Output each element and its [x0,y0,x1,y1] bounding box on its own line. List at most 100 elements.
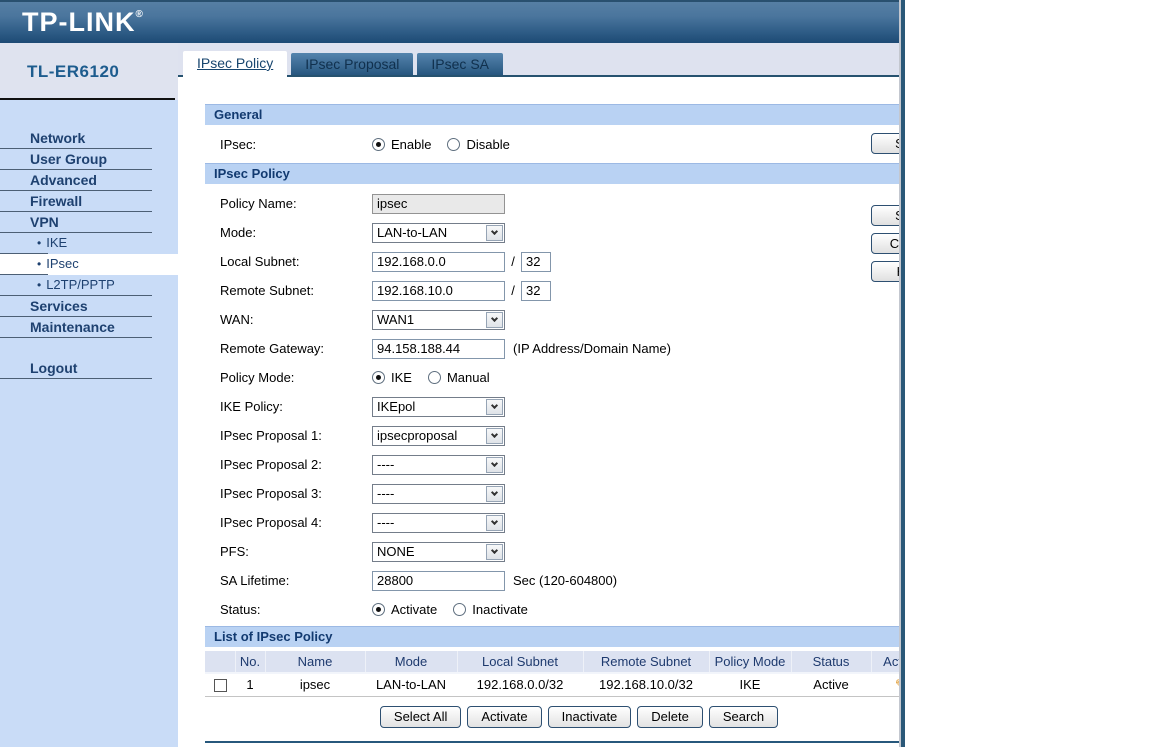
subnet-separator: / [511,283,515,298]
tab-ipsec-policy[interactable]: IPsec Policy [183,51,288,77]
row-policy-name: Policy Name: [220,189,901,218]
row-checkbox[interactable] [213,679,227,693]
ike-policy-select[interactable]: IKEpol [372,396,505,417]
window-edge-navy [901,0,905,747]
sidebar-item-label: Advanced [30,172,97,188]
dropdown-arrow-icon[interactable] [486,514,503,531]
inactivate-button[interactable]: Inactivate [547,705,632,728]
wan-label: WAN: [220,312,254,327]
remote-subnet-input[interactable] [372,280,505,301]
proposal-2-select[interactable]: ---- [372,454,505,475]
manual-radio[interactable] [427,371,441,384]
select-all-button[interactable]: Select All [379,705,462,728]
sidebar-item-advanced[interactable]: Advanced [0,170,178,191]
row-proposal-2: IPsec Proposal 2: ---- [220,450,901,479]
policy-save-button[interactable]: Save [871,205,901,226]
selected-value: WAN1 [377,312,415,327]
row-policy-mode: Policy Mode: IKE Manual [220,363,901,392]
policy-help-button[interactable]: Help [871,261,901,282]
bullet-icon: • [37,257,42,271]
proposal-4-select[interactable]: ---- [372,512,505,533]
col-status: Status [790,651,871,674]
dropdown-arrow-icon[interactable] [486,543,503,560]
dropdown-arrow-icon[interactable] [486,224,503,241]
proposal-1-select[interactable]: ipsecproposal [372,425,505,446]
tab-ipsec-proposal[interactable]: IPsec Proposal [291,53,414,75]
row-proposal-1: IPsec Proposal 1: ipsecproposal [220,421,901,450]
delete-button[interactable]: Delete [637,705,703,728]
pfs-label: PFS: [220,544,249,559]
sidebar-item-label: IKE [46,235,68,250]
proposal-2-label: IPsec Proposal 2: [220,457,322,472]
sidebar-item-label: Maintenance [30,319,115,335]
remote-gateway-input[interactable] [372,338,505,359]
sa-lifetime-label: SA Lifetime: [220,573,290,588]
sidebar-item-network[interactable]: Network [0,128,178,149]
sidebar-item-logout[interactable]: Logout [0,358,178,379]
dropdown-arrow-icon[interactable] [486,456,503,473]
remote-mask-input[interactable] [521,280,551,301]
brand-text: TP-LINK [22,7,136,37]
policy-table: No. Name Mode Local Subnet Remote Subnet… [205,651,901,697]
sidebar-item-label: VPN [30,214,59,230]
disable-label: Disable [466,136,510,152]
dropdown-arrow-icon[interactable] [486,485,503,502]
tab-ipsec-sa[interactable]: IPsec SA [417,53,504,75]
sidebar-item-maintenance[interactable]: Maintenance [0,317,178,338]
table-header-row: No. Name Mode Local Subnet Remote Subnet… [205,651,901,674]
row-proposal-4: IPsec Proposal 4: ---- [220,508,901,537]
subnet-separator: / [511,254,515,269]
search-button[interactable]: Search [708,705,779,728]
selected-value: IKEpol [377,399,416,414]
sidebar-item-label: Network [30,130,86,146]
selected-value: NONE [377,544,415,559]
sidebar-item-services[interactable]: Services [0,296,178,317]
local-subnet-label: Local Subnet: [220,254,300,269]
sidebar-item-user-group[interactable]: User Group [0,149,178,170]
dropdown-arrow-icon[interactable] [486,398,503,415]
sidebar-item-label: Services [30,298,88,314]
col-local-subnet: Local Subnet [456,651,583,674]
router-admin-page: TP-LINK® TL-ER6120 Network User Group Ad… [0,0,1152,747]
general-save-button[interactable]: Save [871,133,901,154]
mode-select[interactable]: LAN-to-LAN [372,222,505,243]
row-ike-policy: IKE Policy: IKEpol [220,392,901,421]
proposal-3-select[interactable]: ---- [372,483,505,504]
sidebar-item-vpn[interactable]: VPN [0,212,178,233]
cell-policy-mode: IKE [709,673,791,697]
pfs-select[interactable]: NONE [372,541,505,562]
tплink-logo: TP-LINK® [22,7,144,38]
activate-button[interactable]: Activate [467,705,542,728]
form-rows: Policy Name: Mode: LAN-to-LAN Local Subn… [178,184,901,626]
wan-select[interactable]: WAN1 [372,309,505,330]
sidebar-item-label: Logout [30,360,78,376]
sidebar-item-ipsec[interactable]: • IPsec [0,254,178,275]
cell-name: ipsec [265,673,365,697]
policy-name-input[interactable] [372,193,505,214]
col-no: No. [234,651,265,674]
col-action: Action [870,651,901,674]
dropdown-arrow-icon[interactable] [486,427,503,444]
selected-value: LAN-to-LAN [377,225,448,240]
disable-radio[interactable] [447,137,461,151]
activate-radio[interactable] [372,603,385,616]
sa-lifetime-input[interactable] [372,570,505,591]
policy-name-label: Policy Name: [220,196,297,211]
sidebar-item-l2tp-pptp[interactable]: • L2TP/PPTP [0,275,178,296]
local-subnet-input[interactable] [372,251,505,272]
row-sa-lifetime: SA Lifetime: Sec (120-604800) [220,566,901,595]
sidebar-item-ike[interactable]: • IKE [0,233,178,254]
ike-radio[interactable] [372,371,385,384]
ike-label: IKE [391,370,412,385]
inactivate-radio[interactable] [453,603,467,616]
enable-radio[interactable] [372,137,385,151]
dropdown-arrow-icon[interactable] [486,311,503,328]
sidebar-item-label: Firewall [30,193,83,209]
policy-cancel-button[interactable]: Cancel [871,233,901,254]
selected-value: ---- [377,486,395,501]
sidebar-item-firewall[interactable]: Firewall [0,191,178,212]
activate-label: Activate [391,602,438,617]
enable-label: Enable [391,136,432,152]
local-mask-input[interactable] [521,251,551,272]
status-label: Status: [220,602,261,617]
